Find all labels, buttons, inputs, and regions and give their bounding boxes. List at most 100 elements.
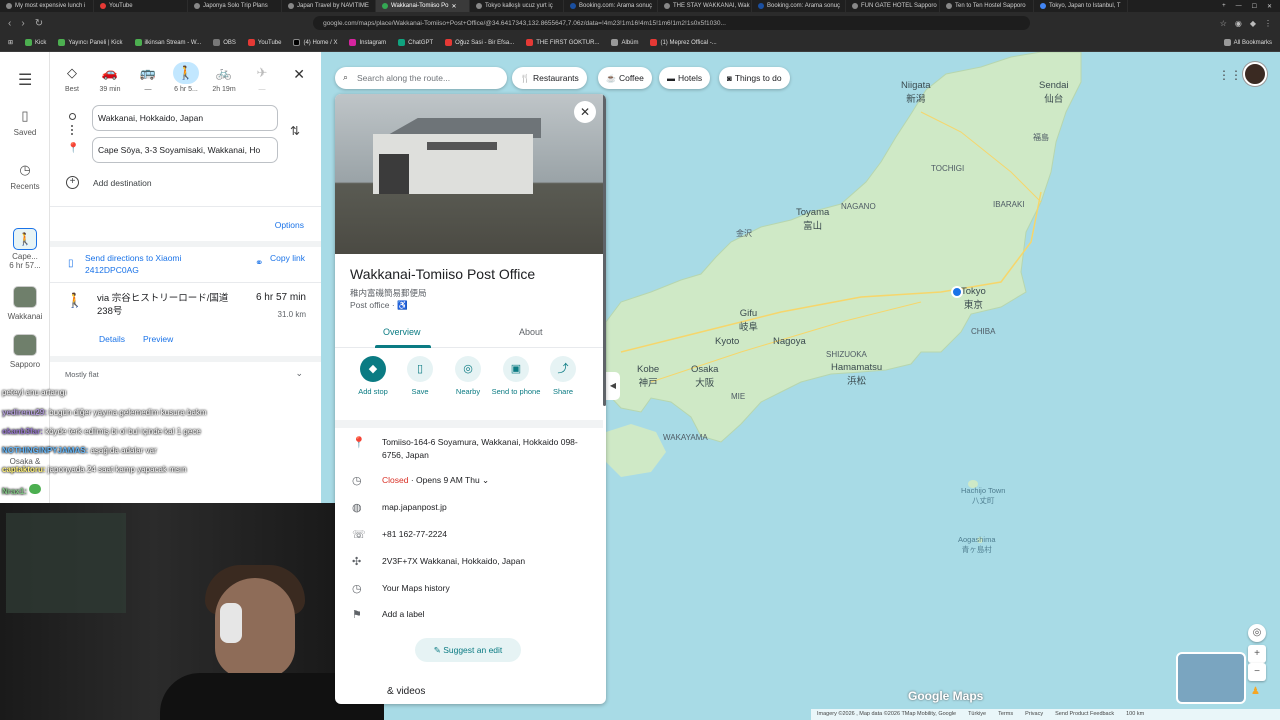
origin-input[interactable]: [92, 105, 278, 131]
tab-title: THE STAY WAKKANAI, Wak: [673, 3, 750, 9]
close-window-icon[interactable]: ✕: [1267, 3, 1272, 10]
bookmark-item[interactable]: Yayıncı Paneli | Kick: [58, 39, 123, 46]
bookmark-item[interactable]: Oğuz Sasi - Bir Efsa...: [445, 39, 514, 46]
close-directions-icon[interactable]: ✕: [293, 66, 305, 83]
reload-icon[interactable]: ↻: [35, 18, 43, 29]
suggest-edit-button[interactable]: ✎ Suggest an edit: [415, 638, 521, 662]
bookmark-item[interactable]: Albüm: [611, 39, 638, 46]
mode-cycling[interactable]: 🚲 2h 19m: [208, 62, 240, 98]
back-icon[interactable]: ‹: [8, 18, 11, 29]
share-button[interactable]: ⤴ Share: [538, 356, 588, 396]
send-to-phone-button[interactable]: ▣ Send to phone: [491, 356, 541, 396]
bookmark-star-icon[interactable]: ☆: [1220, 19, 1227, 28]
recent-walk-icon[interactable]: 🚶: [13, 228, 37, 250]
my-location-button[interactable]: ◎: [1248, 624, 1266, 642]
terms-link[interactable]: Terms: [998, 711, 1013, 718]
close-tab-icon[interactable]: ✕: [451, 3, 456, 10]
menu-icon[interactable]: ⋮: [1264, 19, 1272, 28]
recent-item-sapporo[interactable]: Sapporo: [0, 360, 50, 369]
mode-walking[interactable]: 🚶 6 hr 5...: [170, 62, 202, 98]
place-photo[interactable]: [335, 94, 603, 254]
map-label-chiba: CHIBA: [971, 327, 996, 336]
bookmark-item[interactable]: Instagram: [349, 39, 386, 46]
bookmark-item[interactable]: OBS: [213, 39, 236, 46]
zoom-in-button[interactable]: +: [1248, 645, 1266, 663]
privacy-link[interactable]: Privacy: [1025, 711, 1043, 718]
recent-thumbnail[interactable]: [13, 334, 37, 356]
browser-tab[interactable]: FUN GATE HOTEL Sapporo: [846, 0, 940, 12]
apps-grid-icon[interactable]: ⊞: [8, 39, 13, 46]
zoom-out-button[interactable]: −: [1248, 663, 1266, 681]
browser-tab[interactable]: Ten to Ten Hostel Sapporo: [940, 0, 1034, 12]
scrollbar[interactable]: [603, 94, 606, 406]
bookmark-item[interactable]: (1) Meprez Offical -...: [650, 39, 717, 46]
feedback-link[interactable]: Send Product Feedback: [1055, 711, 1114, 718]
chip-hotels[interactable]: ▬ Hotels: [659, 67, 711, 89]
browser-tab[interactable]: Booking.com: Arama sonuç: [752, 0, 846, 12]
hamburger-menu-icon[interactable]: ☰: [18, 70, 32, 90]
swap-icon[interactable]: ⇅: [290, 124, 300, 138]
search-along-route-input[interactable]: ⌕ Search along the route...: [335, 67, 507, 89]
bookmark-item[interactable]: (4) Home / X: [293, 39, 337, 46]
browser-tab[interactable]: Booking.com: Arama sonuç: [564, 0, 658, 12]
minimize-icon[interactable]: —: [1236, 3, 1242, 10]
extension-icon[interactable]: ◆: [1250, 19, 1256, 28]
nearby-button[interactable]: ◎ Nearby: [443, 356, 493, 396]
chevron-down-icon[interactable]: ⌄: [295, 368, 303, 379]
bookmark-item[interactable]: THE FIRST GOKTUR...: [526, 39, 599, 46]
maximize-icon[interactable]: ☐: [1252, 3, 1257, 10]
browser-tab[interactable]: Tokyo, Japan to Istanbul, T: [1034, 0, 1128, 12]
recent-item-cape[interactable]: Cape... 6 hr 57...: [0, 252, 50, 270]
bookmark-item[interactable]: YouTube: [247, 39, 281, 46]
all-bookmarks[interactable]: All Bookmarks: [1223, 39, 1272, 46]
pegman-icon[interactable]: ♟: [1251, 686, 1260, 697]
add-destination-button[interactable]: + Add destination: [66, 176, 152, 189]
avatar[interactable]: [1243, 62, 1267, 86]
details-link[interactable]: Details: [99, 334, 125, 344]
close-place-button[interactable]: ✕: [574, 101, 596, 123]
collapse-panel-button[interactable]: ◀: [606, 372, 620, 400]
browser-tab[interactable]: YouTube: [94, 0, 188, 12]
options-link[interactable]: Options: [275, 220, 304, 230]
rail-saved[interactable]: ▯ Saved: [0, 108, 50, 137]
mode-flights[interactable]: ✈ —: [246, 62, 278, 98]
bookmark-item[interactable]: ChatGPT: [398, 39, 433, 46]
forward-icon[interactable]: ›: [21, 18, 24, 29]
browser-tab[interactable]: THE STAY WAKKANAI, Wak: [658, 0, 752, 12]
region-link[interactable]: Türkiye: [968, 711, 986, 718]
browser-tab[interactable]: Tokyo kalkışlı ucuz yurt iç: [470, 0, 564, 12]
layers-button[interactable]: [1176, 652, 1246, 704]
bookmark-item[interactable]: Kick: [25, 39, 46, 46]
add-stop-button[interactable]: ◆ Add stop: [348, 356, 398, 396]
google-icon: [1040, 3, 1046, 9]
browser-tab[interactable]: Japonya Solo Trip Plans: [188, 0, 282, 12]
chip-things-to-do[interactable]: ◙ Things to do: [719, 67, 790, 89]
browser-tab-active[interactable]: Wakkanai-Tomiiso Po ✕: [376, 0, 470, 12]
browser-tab[interactable]: My most expensive lunch i: [0, 0, 94, 12]
chip-restaurants[interactable]: 🍴 Restaurants: [512, 67, 587, 89]
browser-tab[interactable]: Japan Travel by NAVITIME: [282, 0, 376, 12]
extension-icon[interactable]: ◉: [1235, 19, 1242, 28]
new-tab-icon[interactable]: +: [1222, 3, 1226, 10]
send-directions-link[interactable]: Send directions to Xiaomi 2412DPC0AG: [85, 252, 215, 276]
destination-input[interactable]: [92, 137, 278, 163]
recent-thumbnail[interactable]: [13, 286, 37, 308]
copy-link[interactable]: Copy link: [270, 252, 310, 264]
preview-link[interactable]: Preview: [143, 334, 173, 344]
chip-coffee[interactable]: ☕ Coffee: [598, 67, 652, 89]
url-field[interactable]: google.com/maps/place/Wakkanai-Tomiiso+P…: [313, 16, 1030, 30]
tab-overview[interactable]: Overview: [383, 327, 421, 337]
recent-item-wakkanai[interactable]: Wakkanai: [0, 312, 50, 321]
rail-recents[interactable]: ◷ Recents: [0, 162, 50, 191]
tab-about[interactable]: About: [519, 327, 543, 337]
mode-best[interactable]: ◇ Best: [56, 62, 88, 98]
bookmark-label: Oğuz Sasi - Bir Efsa...: [455, 39, 515, 46]
scale-label[interactable]: 100 km: [1126, 711, 1144, 718]
mode-transit[interactable]: 🚌 —: [132, 62, 164, 98]
search-placeholder: Search along the route...: [357, 73, 451, 83]
bike-icon: 🚲: [215, 65, 233, 80]
save-button[interactable]: ▯ Save: [395, 356, 445, 396]
location-pin-icon[interactable]: [951, 286, 963, 298]
mode-driving[interactable]: 🚗 39 min: [94, 62, 126, 98]
bookmark-item[interactable]: ilkinsan Stream - W...: [134, 39, 201, 46]
